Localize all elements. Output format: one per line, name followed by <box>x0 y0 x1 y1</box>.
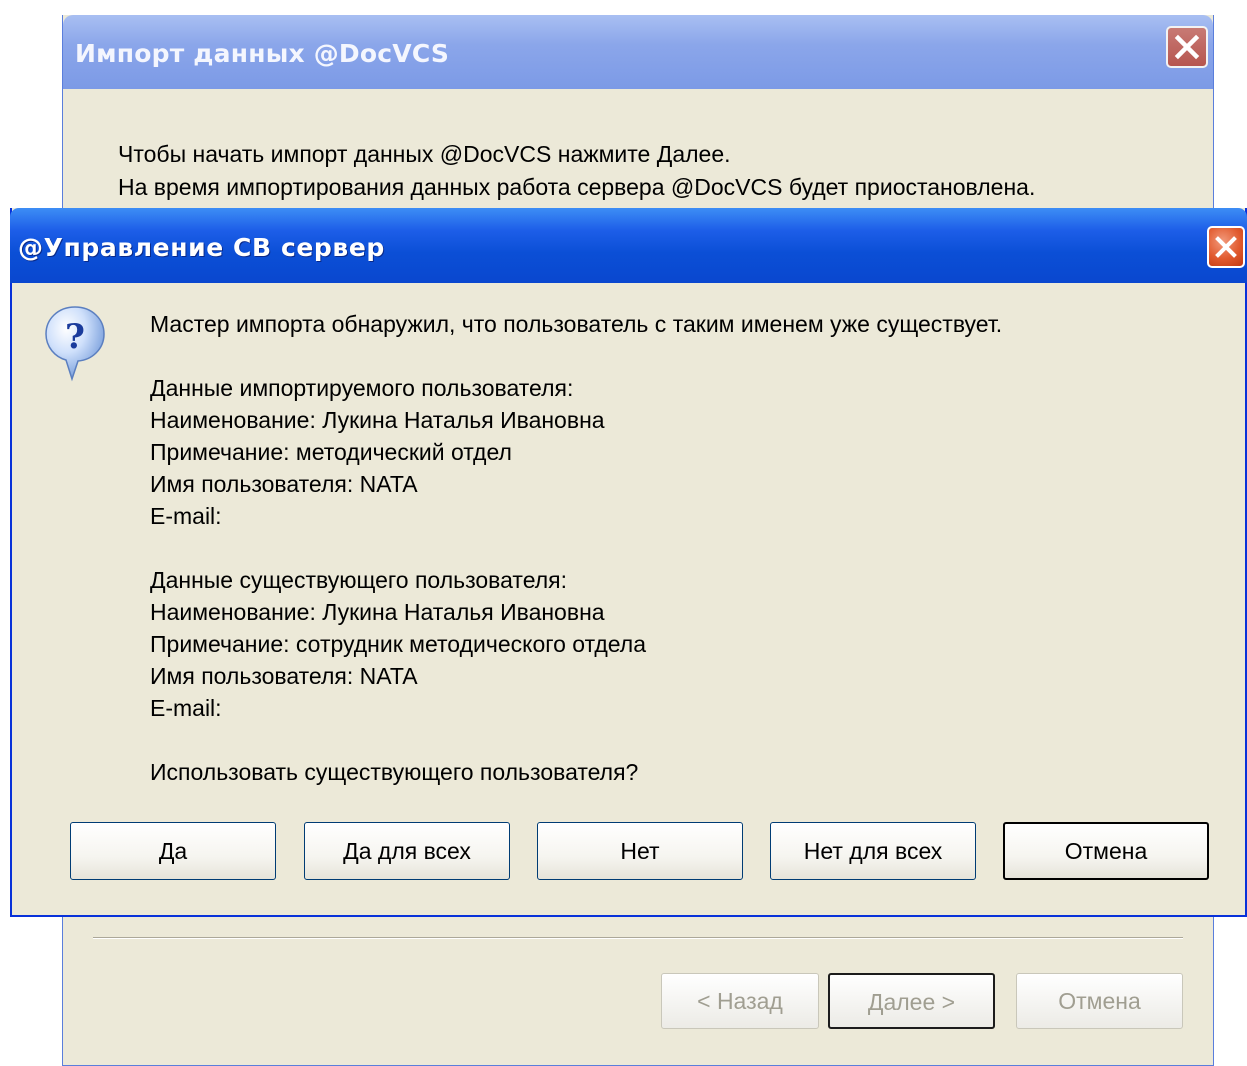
imported-user-note: Примечание: методический отдел <box>150 439 512 465</box>
wizard-back-button[interactable]: < Назад <box>661 973 819 1029</box>
user-exists-dialog: @Управление СВ сервер ? Мастер импорта о… <box>10 208 1247 917</box>
cancel-button[interactable]: Отмена <box>1003 822 1209 880</box>
imported-user-username: Имя пользователя: NATA <box>150 471 418 497</box>
yes-button[interactable]: Да <box>70 822 276 880</box>
no-to-all-button[interactable]: Нет для всех <box>770 822 976 880</box>
svg-text:?: ? <box>65 317 85 357</box>
wizard-separator <box>93 937 1183 939</box>
imported-user-email: E-mail: <box>150 503 222 529</box>
imported-user-name: Наименование: Лукина Наталья Ивановна <box>150 407 605 433</box>
close-icon <box>1215 236 1237 258</box>
wizard-cancel-button[interactable]: Отмена <box>1016 973 1183 1029</box>
wizard-next-button[interactable]: Далее > <box>828 973 995 1029</box>
existing-user-name: Наименование: Лукина Наталья Ивановна <box>150 599 605 625</box>
wizard-intro-line: Чтобы начать импорт данных @DocVCS нажми… <box>118 141 731 167</box>
close-icon <box>1174 34 1200 60</box>
dialog-message: Мастер импорта обнаружил, что пользовате… <box>150 308 1002 788</box>
yes-to-all-button[interactable]: Да для всех <box>304 822 510 880</box>
existing-user-header: Данные существующего пользователя: <box>150 567 567 593</box>
wizard-title: Импорт данных @DocVCS <box>75 39 450 68</box>
existing-user-email: E-mail: <box>150 695 222 721</box>
question-icon: ? <box>45 306 105 382</box>
wizard-intro-line: На время импортирования данных работа се… <box>118 174 1036 200</box>
wizard-intro-text: Чтобы начать импорт данных @DocVCS нажми… <box>118 138 1035 204</box>
message-text: Мастер импорта обнаружил, что пользовате… <box>150 311 1003 337</box>
dialog-title: @Управление СВ сервер <box>18 233 385 262</box>
wizard-close-button[interactable] <box>1166 26 1208 68</box>
wizard-titlebar[interactable]: Импорт данных @DocVCS <box>63 15 1213 89</box>
dialog-question: Использовать существующего пользователя? <box>150 759 639 785</box>
dialog-titlebar[interactable]: @Управление СВ сервер <box>10 208 1247 283</box>
dialog-close-button[interactable] <box>1207 226 1245 268</box>
imported-user-header: Данные импортируемого пользователя: <box>150 375 574 401</box>
existing-user-note: Примечание: сотрудник методического отде… <box>150 631 647 657</box>
existing-user-username: Имя пользователя: NATA <box>150 663 418 689</box>
no-button[interactable]: Нет <box>537 822 743 880</box>
